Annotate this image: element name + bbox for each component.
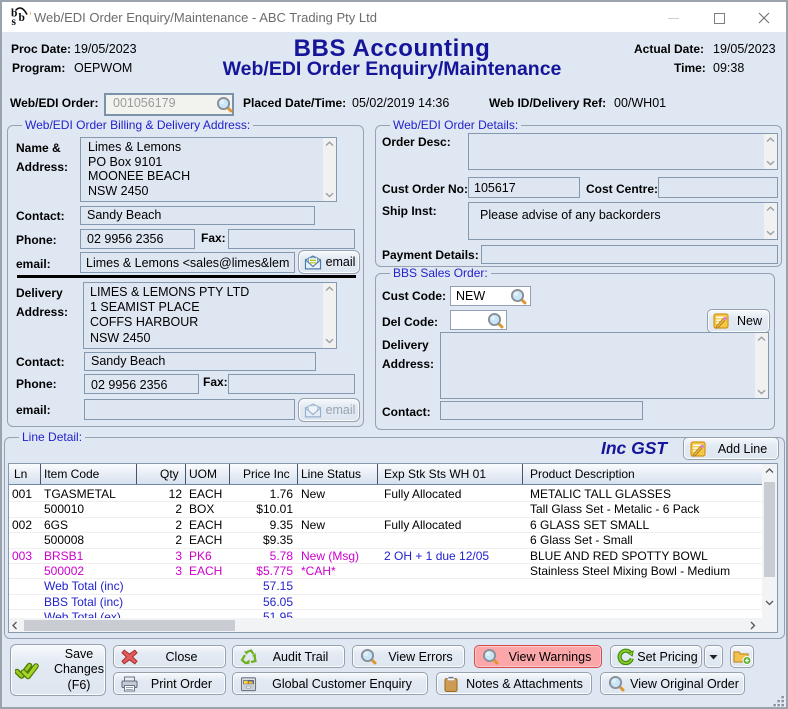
svg-text:b: b [19, 12, 25, 24]
svg-text:s: s [12, 16, 17, 28]
